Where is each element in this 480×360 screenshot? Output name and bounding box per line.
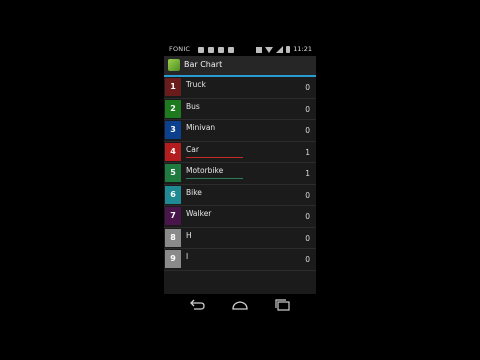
- notification-icon: [228, 46, 234, 53]
- status-bar: FONIC 11:21: [164, 43, 316, 56]
- list-item[interactable]: 6 Bike 0: [164, 185, 316, 206]
- value-label: 0: [305, 104, 310, 114]
- home-icon[interactable]: [231, 299, 249, 311]
- list-item[interactable]: 7 Walker 0: [164, 206, 316, 228]
- list-item[interactable]: 4 Car 1: [164, 142, 316, 163]
- category-label: Bike: [186, 187, 202, 197]
- bar-mark: [186, 178, 243, 179]
- value-label: 0: [305, 126, 310, 135]
- category-index-badge: 6: [165, 185, 181, 204]
- category-index-badge: 8: [165, 228, 181, 247]
- system-icons: 11:21: [256, 43, 312, 56]
- notification-icons: [198, 43, 234, 56]
- list-item[interactable]: 1 Truck 0: [164, 77, 316, 99]
- category-index-badge: 2: [165, 99, 181, 118]
- category-index-badge: 9: [165, 250, 181, 268]
- recent-apps-icon[interactable]: [274, 299, 292, 311]
- value-label: 1: [305, 147, 310, 157]
- category-label: Bus: [186, 101, 200, 111]
- category-label: Car: [186, 144, 199, 154]
- navigation-bar: [164, 294, 316, 317]
- value-label: 1: [305, 169, 310, 178]
- battery-icon: [286, 46, 291, 53]
- app-icon[interactable]: [168, 59, 180, 71]
- category-index-badge: 7: [165, 207, 181, 225]
- list-item[interactable]: 3 Minivan 0: [164, 120, 316, 142]
- value-label: 0: [305, 255, 310, 264]
- category-label: Truck: [186, 80, 206, 89]
- app-title: Bar Chart: [184, 60, 223, 69]
- category-label: Minivan: [186, 123, 216, 132]
- notification-icon: [208, 46, 214, 53]
- back-icon[interactable]: [188, 299, 206, 311]
- signal-icon: [276, 46, 284, 53]
- value-label: 0: [305, 190, 310, 200]
- list-item[interactable]: 5 Motorbike 1: [164, 163, 316, 185]
- carrier-name: FONIC: [169, 45, 191, 53]
- value-label: 0: [305, 212, 310, 221]
- category-index-badge: 3: [165, 121, 181, 139]
- action-bar: Bar Chart: [164, 56, 316, 77]
- list-item[interactable]: 2 Bus 0: [164, 99, 316, 120]
- category-label: I: [186, 252, 189, 261]
- notification-icon: [198, 46, 204, 53]
- wifi-icon: [265, 46, 274, 53]
- bar-mark: [186, 156, 243, 158]
- value-label: 0: [305, 233, 310, 243]
- clock: 11:21: [293, 45, 312, 53]
- list-item[interactable]: 8H 0: [164, 228, 316, 249]
- vibrate-icon: [256, 46, 263, 53]
- category-index-badge: 1: [165, 78, 181, 96]
- category-label: Walker: [186, 209, 212, 218]
- category-label: H: [186, 230, 192, 240]
- bar-chart-list: 1 Truck 0 2 Bus 0 3 Minivan 0 4 Car 1 5 Motorbike 1 6 Bi…: [164, 77, 316, 271]
- category-index-badge: 4: [165, 142, 181, 161]
- category-label: Motorbike: [186, 166, 224, 175]
- list-item[interactable]: 9I 0: [164, 249, 316, 271]
- notification-icon: [218, 46, 224, 53]
- category-index-badge: 5: [165, 164, 181, 182]
- phone-screen: FONIC 11:21 Bar Chart 1 Truck 0 2 Bus 0 3 Miniv…: [164, 43, 316, 317]
- value-label: 0: [305, 83, 310, 92]
